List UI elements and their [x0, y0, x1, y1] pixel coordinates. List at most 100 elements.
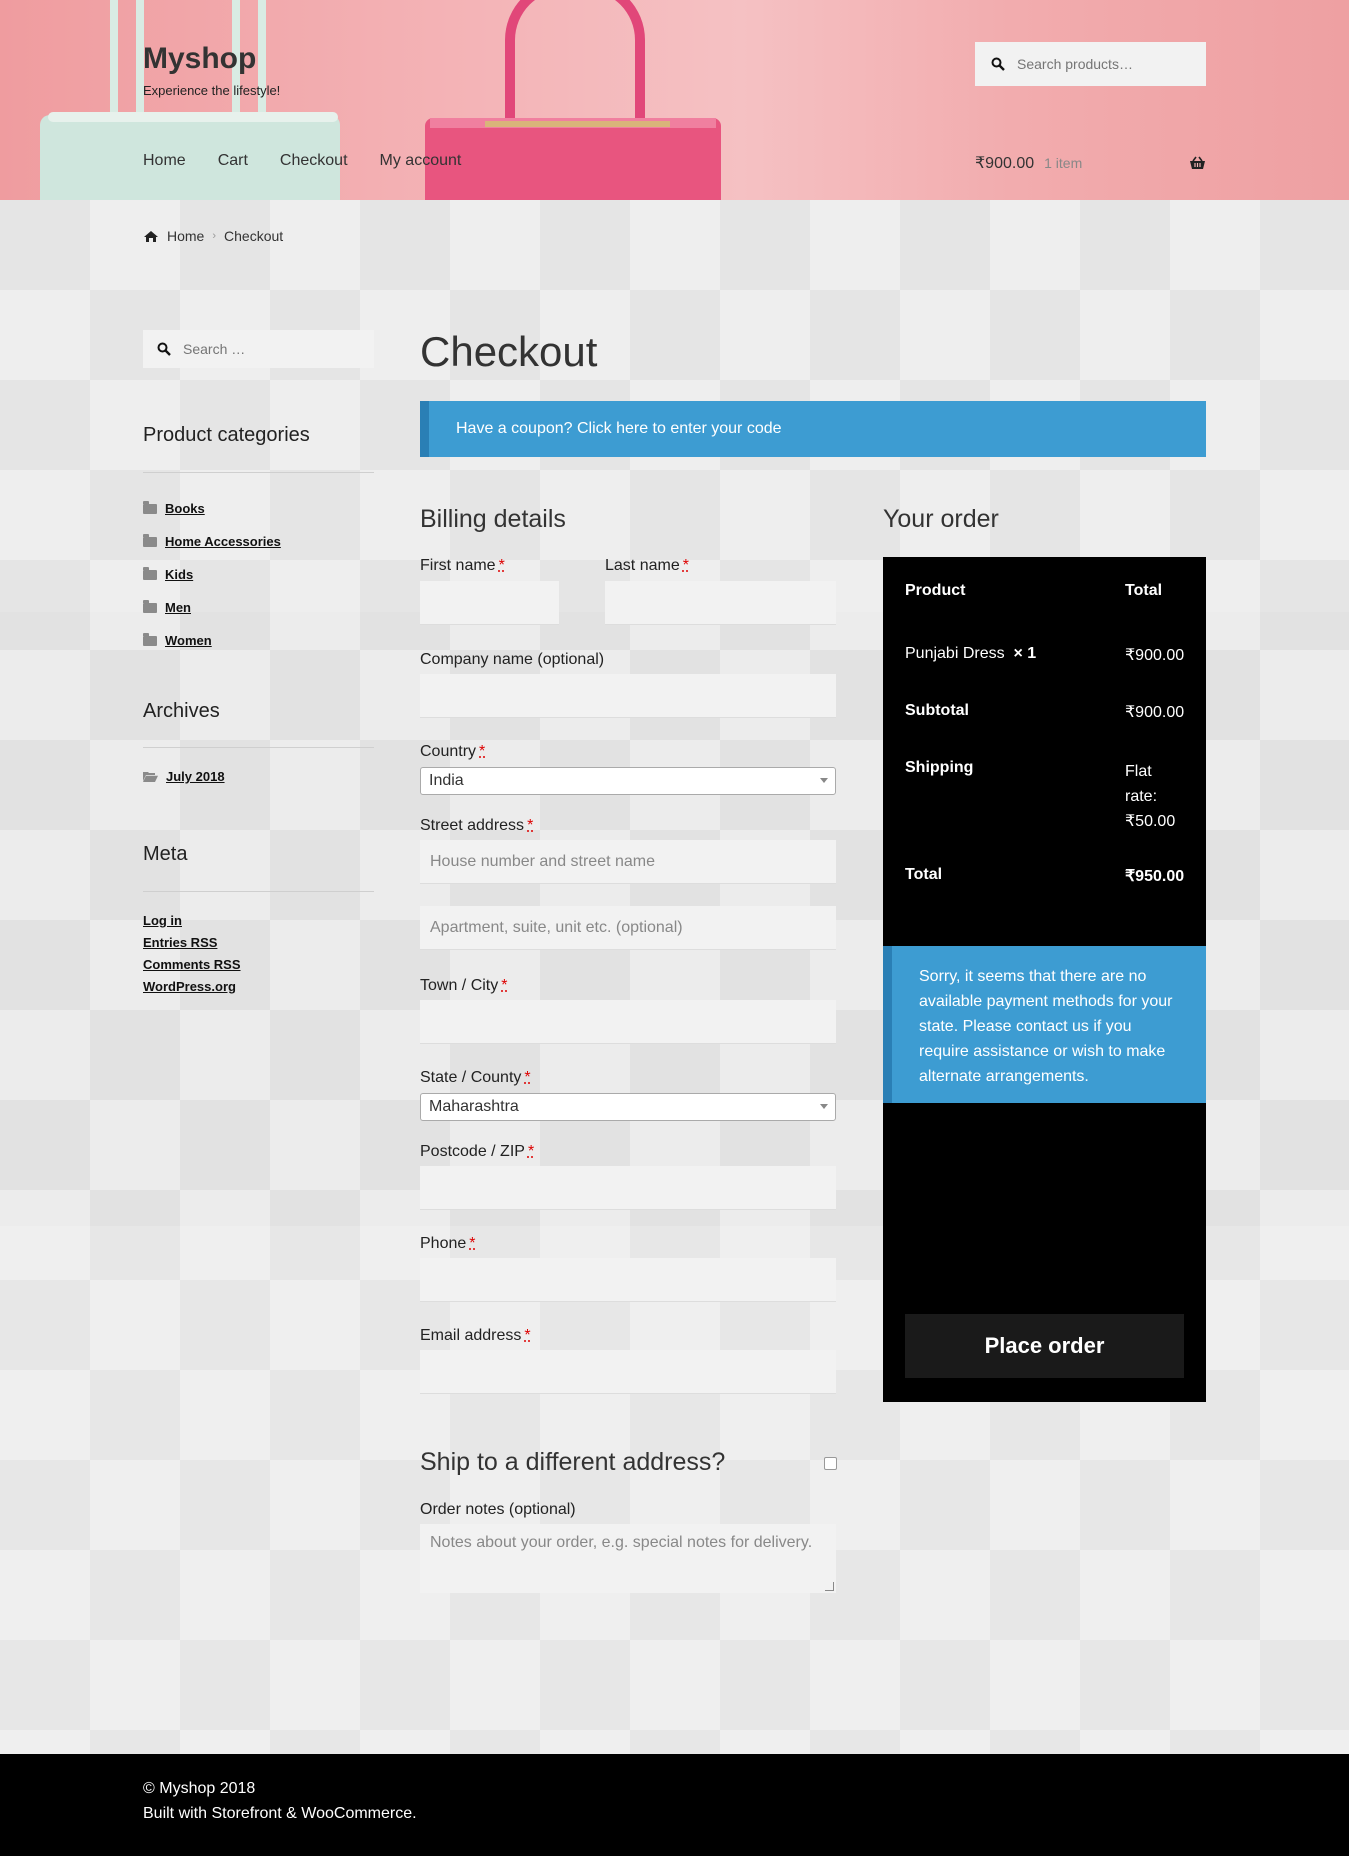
first-name-label-text: First name — [420, 557, 496, 574]
widget-title-archives: Archives — [143, 700, 220, 722]
nav-home[interactable]: Home — [143, 152, 186, 170]
state-select[interactable]: Maharashtra — [420, 1093, 836, 1121]
product-search-box[interactable] — [975, 42, 1206, 86]
list-item: Books — [143, 492, 281, 525]
product-search-input[interactable] — [1015, 55, 1189, 73]
category-link-books[interactable]: Books — [165, 501, 205, 516]
home-icon — [144, 230, 158, 242]
widget-title-categories: Product categories — [143, 424, 310, 446]
list-item: WordPress.org — [143, 979, 241, 1001]
nav-cart[interactable]: Cart — [218, 152, 248, 170]
list-item: Home Accessories — [143, 525, 281, 558]
first-name-label: First name * — [420, 557, 505, 575]
meta-link-wordpress-org[interactable]: WordPress.org — [143, 979, 236, 994]
sidebar-search-input[interactable] — [181, 340, 355, 358]
resize-handle-icon[interactable] — [825, 1582, 834, 1591]
meta-link-entries-rss[interactable]: Entries RSS — [143, 935, 217, 950]
email-label: Email address * — [420, 1327, 531, 1345]
widget-divider — [143, 747, 374, 748]
shipping-value-line: Flat — [1125, 763, 1152, 780]
folder-icon — [143, 533, 157, 547]
folder-icon — [143, 632, 157, 646]
archive-link-july-2018[interactable]: July 2018 — [166, 769, 225, 784]
column-header-product: Product — [905, 582, 966, 599]
search-icon — [991, 57, 1005, 71]
state-label: State / County * — [420, 1069, 531, 1087]
shipping-value-line: ₹50.00 — [1125, 813, 1176, 830]
coupon-notice[interactable]: Have a coupon? Click here to enter your … — [420, 401, 1206, 457]
country-select-value: India — [429, 772, 464, 789]
company-field[interactable] — [420, 674, 836, 718]
street-label-text: Street address — [420, 817, 525, 834]
order-item-total: ₹900.00 — [1125, 647, 1185, 664]
country-label-text: Country — [420, 743, 477, 760]
postcode-label: Postcode / ZIP * — [420, 1143, 534, 1161]
site-title[interactable]: Myshop — [143, 42, 256, 76]
postcode-field[interactable] — [420, 1166, 836, 1210]
widget-title-meta: Meta — [143, 843, 188, 865]
place-order-button[interactable]: Place order — [905, 1314, 1184, 1378]
list-item: Women — [143, 624, 281, 657]
required-mark: * — [524, 1327, 531, 1344]
last-name-field[interactable] — [605, 581, 836, 625]
street-label: Street address * — [420, 817, 533, 835]
ship-different-checkbox[interactable] — [824, 1457, 837, 1470]
category-link-women[interactable]: Women — [165, 633, 212, 648]
footer-copyright: © Myshop 2018 — [143, 1780, 256, 1797]
email-label-text: Email address — [420, 1327, 522, 1344]
folder-icon — [143, 566, 157, 580]
primary-nav: Home Cart Checkout My account — [143, 152, 493, 170]
required-mark: * — [498, 557, 505, 574]
header-image-handbag — [485, 121, 670, 127]
footer-credit[interactable]: Built with Storefront & WooCommerce. — [143, 1805, 417, 1823]
state-select-value: Maharashtra — [429, 1098, 519, 1115]
category-link-kids[interactable]: Kids — [165, 567, 193, 582]
order-notes-placeholder: Notes about your order, e.g. special not… — [430, 1534, 813, 1551]
subtotal-value: ₹900.00 — [1125, 704, 1185, 721]
country-select[interactable]: India — [420, 767, 836, 795]
list-item: July 2018 — [143, 769, 225, 784]
page-title: Checkout — [420, 328, 598, 375]
order-notes-field[interactable]: Notes about your order, e.g. special not… — [420, 1524, 836, 1593]
required-mark: * — [524, 1069, 531, 1086]
sidebar-search-box[interactable] — [143, 330, 374, 368]
payment-notice: Sorry, it seems that there are no availa… — [883, 946, 1206, 1103]
category-list: Books Home Accessories Kids Men Women — [143, 492, 281, 657]
meta-link-login[interactable]: Log in — [143, 913, 182, 928]
list-item: Men — [143, 591, 281, 624]
list-item: Comments RSS — [143, 957, 241, 979]
category-link-men[interactable]: Men — [165, 600, 191, 615]
widget-divider — [143, 472, 374, 473]
phone-label: Phone * — [420, 1235, 476, 1253]
folder-icon — [143, 599, 157, 613]
your-order-title: Your order — [883, 505, 999, 533]
postcode-label-text: Postcode / ZIP — [420, 1143, 525, 1160]
total-value: ₹950.00 — [1125, 868, 1185, 885]
nav-my-account[interactable]: My account — [380, 152, 462, 170]
street-address-field[interactable]: House number and street name — [420, 840, 836, 884]
list-item: Entries RSS — [143, 935, 241, 957]
last-name-label: Last name * — [605, 557, 689, 575]
meta-link-comments-rss[interactable]: Comments RSS — [143, 957, 241, 972]
meta-list: Log in Entries RSS Comments RSS WordPres… — [143, 913, 241, 1001]
company-label: Company name (optional) — [420, 651, 605, 668]
first-name-field[interactable] — [420, 581, 559, 625]
nav-checkout[interactable]: Checkout — [280, 152, 348, 170]
shipping-value-line: rate: — [1125, 788, 1158, 805]
subtotal-label: Subtotal — [905, 702, 969, 719]
email-field[interactable] — [420, 1350, 836, 1394]
town-field[interactable] — [420, 1000, 836, 1044]
required-mark: * — [682, 557, 689, 574]
list-item: Kids — [143, 558, 281, 591]
category-link-home-accessories[interactable]: Home Accessories — [165, 534, 281, 549]
search-icon — [157, 342, 171, 356]
phone-field[interactable] — [420, 1258, 836, 1302]
street-address-2-field[interactable]: Apartment, suite, unit etc. (optional) — [420, 906, 836, 950]
header-cart[interactable]: ₹900.00 1 item — [975, 153, 1206, 173]
site-header: Myshop Experience the lifestyle! Home Ca… — [0, 0, 1349, 200]
last-name-label-text: Last name — [605, 557, 680, 574]
required-mark: * — [527, 1143, 535, 1160]
breadcrumb-home[interactable]: Home — [167, 228, 204, 244]
state-label-text: State / County — [420, 1069, 522, 1086]
required-mark: * — [527, 817, 534, 834]
